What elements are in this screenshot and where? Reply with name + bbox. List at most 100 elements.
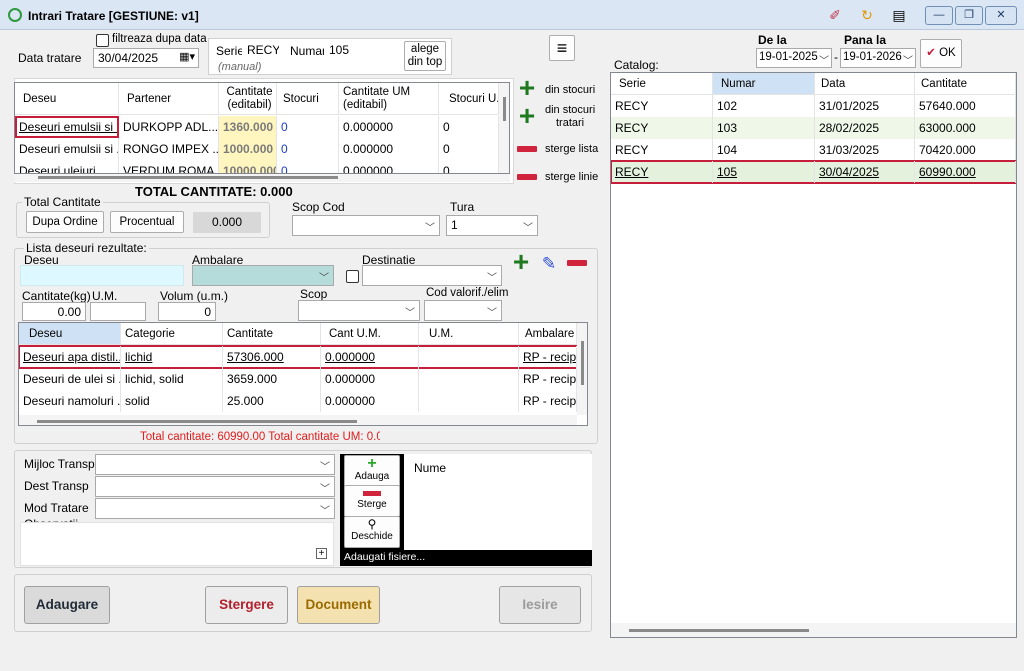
stoc-grid-vscroll[interactable] [499, 83, 509, 173]
mijloc-transp-select[interactable]: ﹀ [95, 454, 335, 475]
table-row[interactable]: RECY 104 31/03/2025 70420.000 [611, 139, 1016, 161]
eraser-icon[interactable]: ✐ [826, 6, 844, 24]
ambalare-select[interactable]: ﹀ [192, 265, 334, 286]
cell-serie[interactable]: RECY [611, 117, 713, 139]
col-stocuri[interactable]: Stocuri [277, 83, 339, 115]
minimize-button[interactable]: — [925, 6, 953, 25]
add-deseu-icon[interactable]: + [510, 248, 532, 276]
cod-valorif-select[interactable]: ﹀ [424, 300, 502, 321]
cell-deseu[interactable]: Deseuri namoluri ... [19, 390, 121, 412]
cantitate-input[interactable]: 0.00 [22, 302, 86, 321]
volum-input[interactable]: 0 [158, 302, 216, 321]
table-row[interactable]: RECY 103 28/02/2025 63000.000 [611, 117, 1016, 139]
close-button[interactable]: ✕ [985, 6, 1017, 25]
alege-din-top-button[interactable]: alege din top [404, 41, 446, 71]
ok-button[interactable]: ✔ OK [920, 39, 962, 68]
col-deseu[interactable]: Deseu [15, 83, 119, 115]
um-input[interactable] [90, 302, 146, 321]
adaugare-button[interactable]: Adaugare [24, 586, 110, 624]
adaugati-fisiere-label[interactable]: Adaugati fisiere... [344, 551, 425, 563]
calendar-dropdown-icon[interactable]: ▦▾ [179, 50, 195, 65]
maximize-button[interactable]: ❐ [955, 6, 983, 25]
calendar-icon[interactable]: ▤ [890, 6, 908, 24]
sterge-linie-label[interactable]: sterge linie [545, 171, 598, 183]
dupa-ordine-button[interactable]: Dupa Ordine [26, 211, 104, 233]
mod-tratare-select[interactable]: ﹀ [95, 498, 335, 519]
table-row[interactable]: Deseuri de ulei si ... lichid, solid 365… [19, 368, 577, 390]
cell-serie[interactable]: RECY [611, 139, 713, 161]
sterge-file-button[interactable]: Sterge [344, 485, 400, 517]
cell-cantitate[interactable]: 63000.000 [915, 117, 1016, 139]
cell-cantitate[interactable]: 57640.000 [915, 95, 1016, 117]
col-cantitate-um[interactable]: Cantitate UM (editabil) [339, 83, 439, 115]
add-din-stocuri-icon[interactable]: + [516, 74, 538, 102]
cell-cant-um[interactable]: 0.000000 [339, 116, 439, 138]
destinatie-checkbox[interactable] [346, 270, 359, 283]
cell-cantitate[interactable]: 10000.000 [219, 160, 277, 173]
col-partener[interactable]: Partener [119, 83, 219, 115]
cell-data[interactable]: 31/01/2025 [815, 95, 915, 117]
cell-deseu[interactable]: Deseuri de ulei si ... [19, 368, 121, 390]
cell-cant-um[interactable]: 0.000000 [339, 138, 439, 160]
table-row[interactable]: Deseuri apa distil... lichid 57306.000 0… [19, 345, 578, 369]
cell-deseu[interactable]: Deseuri emulsii si ... [15, 138, 119, 160]
sterge-lista-icon[interactable] [516, 138, 538, 160]
col-data[interactable]: Data [815, 73, 915, 95]
cell-deseu[interactable]: Deseuri uleiuri [15, 160, 119, 173]
delete-deseu-icon[interactable] [566, 252, 588, 274]
refresh-icon[interactable]: ↻ [858, 6, 876, 24]
filtreaza-checkbox[interactable] [96, 34, 109, 47]
cell-numar[interactable]: 102 [713, 95, 815, 117]
col-categorie[interactable]: Categorie [121, 323, 223, 345]
cell-data[interactable]: 30/04/2025 [815, 161, 915, 183]
catalog-hscroll[interactable] [611, 623, 1016, 637]
observatii-textarea[interactable] [20, 522, 334, 566]
cell-numar[interactable]: 104 [713, 139, 815, 161]
stergere-button[interactable]: Stergere [205, 586, 288, 624]
rezultate-hscroll[interactable] [19, 415, 577, 425]
serie-input[interactable]: RECY [242, 40, 280, 60]
col-um[interactable]: U.M. [419, 323, 519, 345]
cell-numar[interactable]: 105 [713, 161, 815, 183]
table-row[interactable]: Deseuri uleiuri VERDUM ROMA... 10000.000… [15, 160, 499, 173]
cell-data[interactable]: 31/03/2025 [815, 139, 915, 161]
deschide-file-button[interactable]: ⚲ Deschide [344, 516, 400, 548]
cell-cantitate[interactable]: 60990.000 [915, 161, 1016, 183]
edit-pencil-icon[interactable]: ✎ [538, 253, 560, 275]
scop-cod-select[interactable]: ﹀ [292, 215, 440, 236]
cell-cantitate[interactable]: 70420.000 [915, 139, 1016, 161]
col-numar[interactable]: Numar [713, 73, 815, 95]
cell-cantitate[interactable]: 1360.000 [219, 116, 277, 138]
table-row[interactable]: RECY 102 31/01/2025 57640.000 [611, 95, 1016, 117]
menu-icon[interactable]: ≡ [549, 35, 575, 61]
cell-serie[interactable]: RECY [611, 161, 713, 183]
dest-transp-select[interactable]: ﹀ [95, 476, 335, 497]
cell-cant-um[interactable]: 0.000000 [339, 160, 439, 173]
deseu-input[interactable] [20, 265, 184, 286]
col-ambalare[interactable]: Ambalare [519, 323, 577, 345]
scop-select[interactable]: ﹀ [298, 300, 420, 321]
destinatie-select[interactable]: ﹀ [362, 265, 502, 286]
cell-serie[interactable]: RECY [611, 95, 713, 117]
pana-la-date-select[interactable]: 19-01-2026 ﹀ [840, 48, 916, 68]
rezultate-vscroll[interactable] [577, 323, 587, 415]
de-la-date-select[interactable]: 19-01-2025 ﹀ [756, 48, 832, 68]
col-stocuri-u[interactable]: Stocuri U. [439, 83, 499, 115]
data-tratare-input[interactable]: 30/04/2025 ▦▾ [93, 48, 199, 68]
col-cantitate[interactable]: Cantitate [223, 323, 321, 345]
sterge-linie-icon[interactable] [516, 166, 538, 188]
procentual-button[interactable]: Procentual [110, 211, 184, 233]
col-deseu[interactable]: Deseu [19, 323, 121, 345]
iesire-button[interactable]: Iesire [499, 586, 581, 624]
cell-deseu[interactable]: Deseuri apa distil... [19, 346, 121, 368]
add-din-stocuri-tratari-icon[interactable]: + [516, 102, 538, 130]
table-row[interactable]: Deseuri emulsii si ... RONGO IMPEX ... 1… [15, 138, 499, 160]
adauga-file-button[interactable]: + Adauga [344, 455, 400, 487]
sterge-lista-label[interactable]: sterge lista [545, 143, 598, 155]
stoc-grid-hscroll[interactable] [14, 174, 510, 182]
cell-cantitate[interactable]: 1000.000 [219, 138, 277, 160]
tura-select[interactable]: 1 ﹀ [446, 215, 538, 236]
col-cant-um[interactable]: Cant U.M. [321, 323, 419, 345]
cell-deseu[interactable]: Deseuri emulsii si ... [15, 116, 119, 138]
table-row[interactable]: Deseuri namoluri ... solid 25.000 0.0000… [19, 390, 577, 412]
